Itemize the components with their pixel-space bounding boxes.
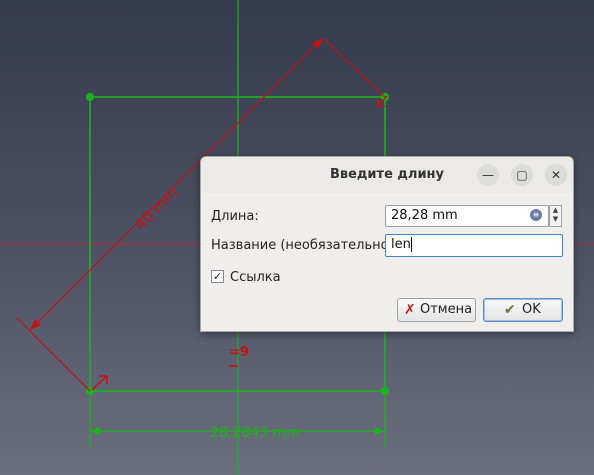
- close-button[interactable]: ✕: [545, 164, 567, 186]
- length-input[interactable]: 28,28 mm: [385, 205, 549, 227]
- ok-label: OK: [522, 302, 541, 317]
- length-label: Длина:: [211, 209, 259, 224]
- unit-expression-icon[interactable]: ≡: [530, 209, 542, 221]
- maximize-button[interactable]: ▢: [511, 164, 533, 186]
- vertex-bottom-right: [381, 387, 389, 395]
- vertex-top-left: [86, 93, 94, 101]
- maximize-icon: ▢: [516, 168, 528, 182]
- length-value: 28,28 mm: [391, 208, 458, 223]
- horizontal-arrow-right: [375, 427, 385, 435]
- diagonal-ext-bottom: [16, 317, 91, 392]
- check-icon: ✓: [212, 270, 223, 283]
- reference-label[interactable]: Ссылка: [230, 270, 281, 285]
- horizontal-dimension-label: 28,2843 mm: [210, 425, 300, 441]
- minimize-button[interactable]: —: [477, 164, 499, 186]
- dialog-titlebar[interactable]: Введите длину — ▢ ✕: [201, 157, 573, 193]
- close-icon: ✕: [550, 168, 562, 182]
- name-value: len: [391, 237, 411, 252]
- name-input[interactable]: len: [385, 234, 563, 257]
- ok-button[interactable]: ✔ OK: [483, 298, 563, 322]
- spin-down-icon[interactable]: ▼: [550, 215, 561, 224]
- horizontal-arrow-left: [90, 427, 100, 435]
- spin-up-icon[interactable]: ▲: [550, 206, 561, 215]
- corner-arrow-bottom-left: [91, 375, 108, 391]
- minimize-icon: —: [482, 168, 494, 182]
- equal-constraint-symbol: =9: [229, 345, 249, 360]
- name-label: Название (необязательно): [211, 238, 394, 253]
- text-cursor: [410, 237, 412, 252]
- cancel-x-icon: ✗: [404, 302, 416, 318]
- cancel-label: Отмена: [420, 302, 473, 317]
- reference-checkbox[interactable]: ✓: [211, 270, 224, 283]
- diagonal-dimension-label: 40 mm: [131, 183, 181, 233]
- ok-hand-icon: ✔: [504, 302, 516, 318]
- cancel-button[interactable]: ✗ Отмена: [397, 298, 476, 322]
- length-spinner[interactable]: ▲ ▼: [549, 205, 562, 227]
- diagonal-ext-top: [322, 37, 386, 98]
